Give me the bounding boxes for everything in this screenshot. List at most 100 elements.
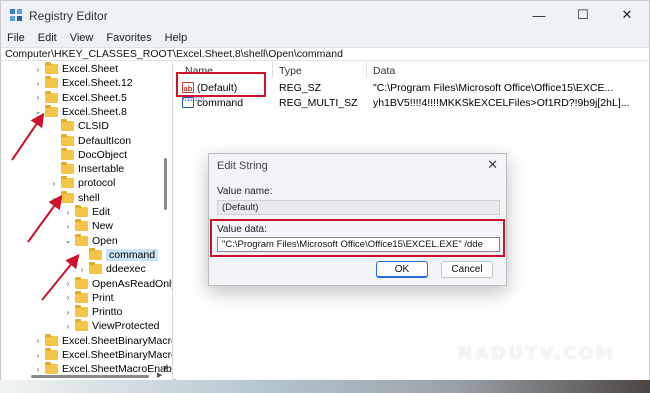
folder-icon	[61, 119, 74, 132]
folder-icon	[75, 276, 88, 289]
menu-bar: File Edit View Favorites Help	[1, 29, 649, 47]
tree-node[interactable]: › Excel.SheetBinaryMacro	[33, 333, 172, 348]
tree-node[interactable]: › ddeexec	[77, 262, 146, 276]
value-name-field: (Default)	[217, 200, 500, 215]
title-bar[interactable]: Registry Editor — ☐ ✕	[1, 1, 649, 29]
tree-node-label: Printto	[92, 306, 123, 319]
tree-node[interactable]: command	[77, 247, 159, 262]
window-title: Registry Editor	[29, 9, 108, 23]
folder-icon	[45, 104, 58, 117]
tree-node[interactable]: DocObject	[49, 147, 128, 162]
folder-icon	[45, 62, 58, 74]
chevron-right-icon[interactable]: ›	[63, 222, 73, 231]
tree-node[interactable]: Insertable	[49, 162, 124, 176]
tree-node[interactable]: › Printto	[63, 305, 122, 319]
tree-node[interactable]: › protocol	[49, 176, 115, 190]
chevron-right-icon[interactable]: ›	[33, 351, 43, 360]
folder-icon	[75, 305, 88, 318]
minimize-icon: —	[532, 7, 546, 23]
tree-node-label: protocol	[78, 177, 116, 190]
tree-node[interactable]: › Excel.Sheet.5	[33, 90, 127, 105]
tree-node-label: shell	[78, 191, 100, 204]
value-type: REG_SZ	[279, 82, 322, 94]
dialog-close-icon[interactable]: ✕	[487, 157, 498, 173]
tree-node-label: ddeexec	[106, 263, 146, 276]
column-divider[interactable]	[366, 62, 367, 78]
chevron-right-icon[interactable]: ›	[63, 308, 73, 317]
folder-icon	[45, 348, 58, 360]
value-data: yh1BV5!!!!4!!!!MKKSkEXCELFiles>Of1RD?!9b…	[373, 97, 630, 109]
chevron-right-icon[interactable]: ›	[63, 293, 73, 302]
maximize-button[interactable]: ☐	[561, 1, 605, 29]
menu-help[interactable]: Help	[165, 32, 188, 44]
address-bar[interactable]: Computer\HKEY_CLASSES_ROOT\Excel.Sheet.8…	[1, 47, 649, 61]
menu-view[interactable]: View	[70, 32, 94, 44]
ok-button[interactable]: OK	[376, 261, 428, 278]
tree-node-label: DocObject	[78, 148, 128, 161]
tree-node-label: Excel.Sheet.5	[62, 91, 127, 104]
scroll-right-arrow-icon[interactable]: ▶	[157, 371, 162, 379]
chevron-right-icon[interactable]: ›	[33, 336, 43, 345]
folder-icon	[89, 262, 102, 275]
tree-node[interactable]: › Excel.Sheet.12	[33, 76, 133, 90]
chevron-right-icon[interactable]: ›	[63, 279, 73, 288]
chevron-down-icon[interactable]: ⌄	[63, 236, 73, 245]
tree-node[interactable]: › ViewProtected	[63, 319, 160, 333]
folder-icon	[61, 190, 74, 203]
value-row-command[interactable]: 011 110 command REG_MULTI_SZ yh1BV5!!!!4…	[182, 96, 647, 110]
tree-node-label: New	[92, 220, 114, 233]
tree-node[interactable]: › Excel.SheetBinaryMacro	[33, 348, 173, 362]
folder-icon	[89, 247, 102, 260]
chevron-down-icon[interactable]: ⌄	[33, 107, 43, 116]
folder-icon	[75, 233, 88, 246]
tree-node[interactable]: › Edit	[63, 205, 110, 219]
tree-vertical-scrollbar[interactable]	[164, 158, 167, 210]
tree-node[interactable]: CLSID	[49, 119, 109, 133]
chevron-right-icon[interactable]: ›	[63, 322, 73, 331]
folder-icon	[45, 76, 58, 89]
chevron-right-icon[interactable]: ›	[63, 208, 73, 217]
tree-horizontal-scrollbar[interactable]	[31, 375, 149, 378]
tree-node[interactable]: › Excel.Sheet	[33, 62, 118, 76]
tree-node-label: command	[106, 248, 159, 261]
menu-file[interactable]: File	[7, 32, 25, 44]
registry-tree-pane[interactable]: › Excel.Sheet › Excel.Sheet.12 › Excel.Sheet.…	[1, 62, 173, 380]
desktop-background	[0, 379, 650, 393]
column-header-data[interactable]: Data	[373, 65, 395, 77]
folder-icon	[61, 162, 74, 175]
binary-value-icon: 011 110	[182, 97, 204, 108]
menu-edit[interactable]: Edit	[38, 32, 57, 44]
tree-node-label: Open	[92, 234, 118, 247]
scroll-down-arrow-icon[interactable]: ▼	[162, 365, 169, 372]
maximize-icon: ☐	[577, 7, 589, 22]
close-button[interactable]: ✕	[605, 1, 649, 29]
chevron-right-icon[interactable]: ›	[33, 365, 43, 374]
folder-icon	[45, 333, 58, 346]
chevron-right-icon[interactable]: ›	[77, 265, 87, 274]
minimize-button[interactable]: —	[517, 1, 561, 29]
tree-node[interactable]: › New	[63, 219, 113, 233]
column-header-type[interactable]: Type	[279, 65, 302, 77]
tree-node-label: Excel.SheetBinaryMacro	[62, 349, 173, 361]
cancel-button[interactable]: Cancel	[441, 261, 493, 278]
folder-icon	[75, 219, 88, 232]
tree-node[interactable]: › Print	[63, 290, 114, 305]
folder-icon	[61, 147, 74, 160]
chevron-right-icon[interactable]: ›	[33, 93, 43, 102]
chevron-right-icon[interactable]: ›	[33, 65, 43, 74]
tree-node[interactable]: › OpenAsReadOnly	[63, 276, 172, 291]
menu-favorites[interactable]: Favorites	[106, 32, 151, 44]
highlight-value-data	[210, 219, 505, 257]
chevron-right-icon[interactable]: ›	[49, 179, 59, 188]
folder-icon	[75, 290, 88, 303]
tree-node[interactable]: ⌄ shell	[49, 190, 100, 205]
tree-node[interactable]: ⌄ Excel.Sheet.8	[33, 104, 127, 119]
chevron-right-icon[interactable]: ›	[33, 79, 43, 88]
tree-node-label: ViewProtected	[92, 320, 160, 333]
tree-node[interactable]: ⌄ Open	[63, 233, 118, 248]
tree-node[interactable]: DefaultIcon	[49, 133, 131, 148]
value-data: "C:\Program Files\Microsoft Office\Offic…	[373, 82, 614, 94]
chevron-down-icon[interactable]: ⌄	[49, 193, 59, 202]
tree-node-label: CLSID	[78, 120, 109, 133]
column-divider[interactable]	[272, 62, 273, 78]
